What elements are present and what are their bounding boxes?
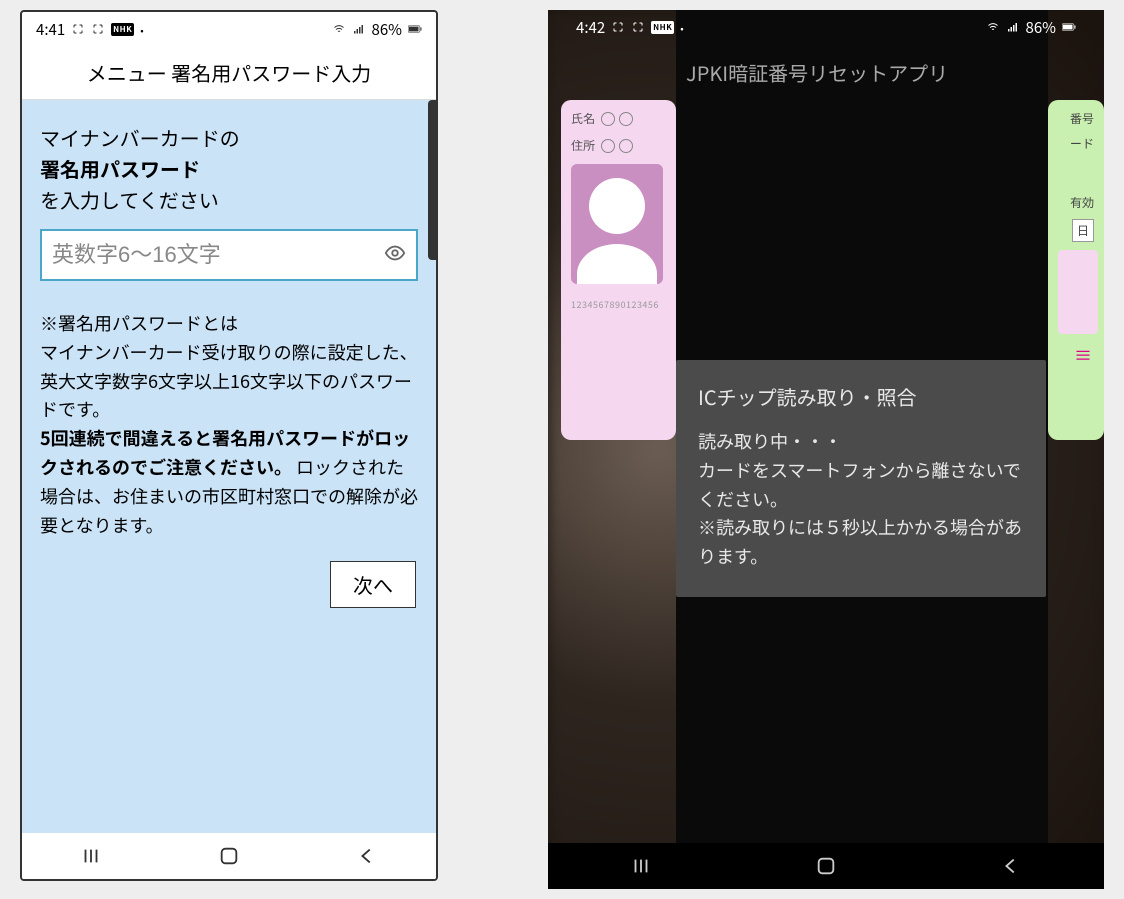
dialog-line2: カードをスマートフォンから離さないでください。: [698, 457, 1021, 512]
intro-line1: マイナンバーカードの: [40, 123, 240, 152]
wifi-icon: [332, 23, 346, 35]
password-content: マイナンバーカードの 署名用パスワード を入力してください ※署名用パスワードと…: [22, 100, 436, 833]
header-title: メニュー 署名用パスワード入力: [87, 58, 371, 87]
name-label: 氏名: [571, 110, 595, 127]
scroll-indicator[interactable]: [428, 100, 436, 260]
status-time: 4:42: [576, 17, 605, 38]
expand-icon: [631, 21, 645, 33]
status-dot: •: [140, 22, 143, 37]
app-title: JPKI暗証番号リセットアプリ: [686, 58, 948, 87]
note-line2: マイナンバーカード受け取りの際に設定した、英大文字数字6文字以上16文字以下のパ…: [40, 339, 418, 423]
next-button[interactable]: 次へ: [330, 561, 416, 608]
card-right-pinkbar: [1058, 250, 1098, 334]
nhk-badge: NHK: [111, 23, 134, 36]
signal-icon: [352, 23, 366, 35]
status-dot: •: [680, 20, 683, 35]
dialog-line3: ※読み取りには５秒以上かかる場合があります。: [698, 514, 1022, 569]
phone-right-ic-reading: 氏名 住所 1234567890123456 番号 ード 有効 日 ≡ 4:42…: [548, 10, 1104, 889]
avatar-placeholder: [571, 164, 663, 284]
recents-button[interactable]: [630, 855, 652, 877]
password-input-wrapper[interactable]: [40, 229, 418, 281]
android-navbar: [548, 843, 1104, 889]
intro-line2: 署名用パスワード: [40, 154, 200, 183]
menu-lines-icon: ≡: [1058, 342, 1094, 368]
recents-button[interactable]: [80, 845, 102, 867]
card-right-t4: 日: [1072, 219, 1094, 242]
android-navbar: [22, 833, 436, 879]
battery-percent: 86%: [372, 19, 402, 40]
expand-icon: [71, 23, 85, 35]
explanation-text: ※署名用パスワードとは マイナンバーカード受け取りの際に設定した、英大文字数字6…: [40, 309, 418, 539]
wifi-icon: [986, 21, 1000, 33]
signal-icon: [1006, 21, 1020, 33]
back-button[interactable]: [356, 845, 378, 867]
expand-icon: [611, 21, 625, 33]
battery-icon: [1062, 21, 1076, 33]
app-header: メニュー 署名用パスワード入力: [22, 46, 436, 100]
status-bar: 4:42 NHK • 86%: [548, 10, 1104, 44]
mynumber-card-back: 番号 ード 有効 日 ≡: [1048, 100, 1104, 440]
battery-percent: 86%: [1026, 17, 1056, 38]
addr-label: 住所: [571, 137, 595, 154]
password-input[interactable]: [52, 242, 384, 268]
nhk-badge: NHK: [651, 21, 674, 34]
home-button[interactable]: [815, 855, 837, 877]
card-right-t2: ード: [1058, 135, 1094, 152]
dialog-title: ICチップ読み取り・照合: [698, 382, 1024, 411]
mynumber-card-front: 氏名 住所 1234567890123456: [561, 100, 676, 440]
card-number: 1234567890123456: [571, 298, 666, 311]
intro-line3: を入力してください: [40, 185, 219, 214]
back-button[interactable]: [1000, 855, 1022, 877]
battery-icon: [408, 23, 422, 35]
dialog-line1: 読み取り中・・・: [698, 428, 842, 454]
ic-reading-dialog: ICチップ読み取り・照合 読み取り中・・・ カードをスマートフォンから離さないで…: [676, 360, 1046, 597]
intro-text: マイナンバーカードの 署名用パスワード を入力してください: [40, 122, 418, 215]
status-time: 4:41: [36, 19, 65, 40]
status-bar: 4:41 NHK • 86%: [22, 12, 436, 46]
note-line1: ※署名用パスワードとは: [40, 310, 238, 336]
card-right-t3: 有効: [1058, 194, 1094, 211]
home-button[interactable]: [218, 845, 240, 867]
expand-icon: [91, 23, 105, 35]
visibility-toggle-icon[interactable]: [384, 241, 406, 270]
card-right-t1: 番号: [1058, 110, 1094, 127]
phone-left-password-entry: 4:41 NHK • 86% メニュー 署名用パスワード入力 マイナンバーカード…: [20, 10, 438, 881]
